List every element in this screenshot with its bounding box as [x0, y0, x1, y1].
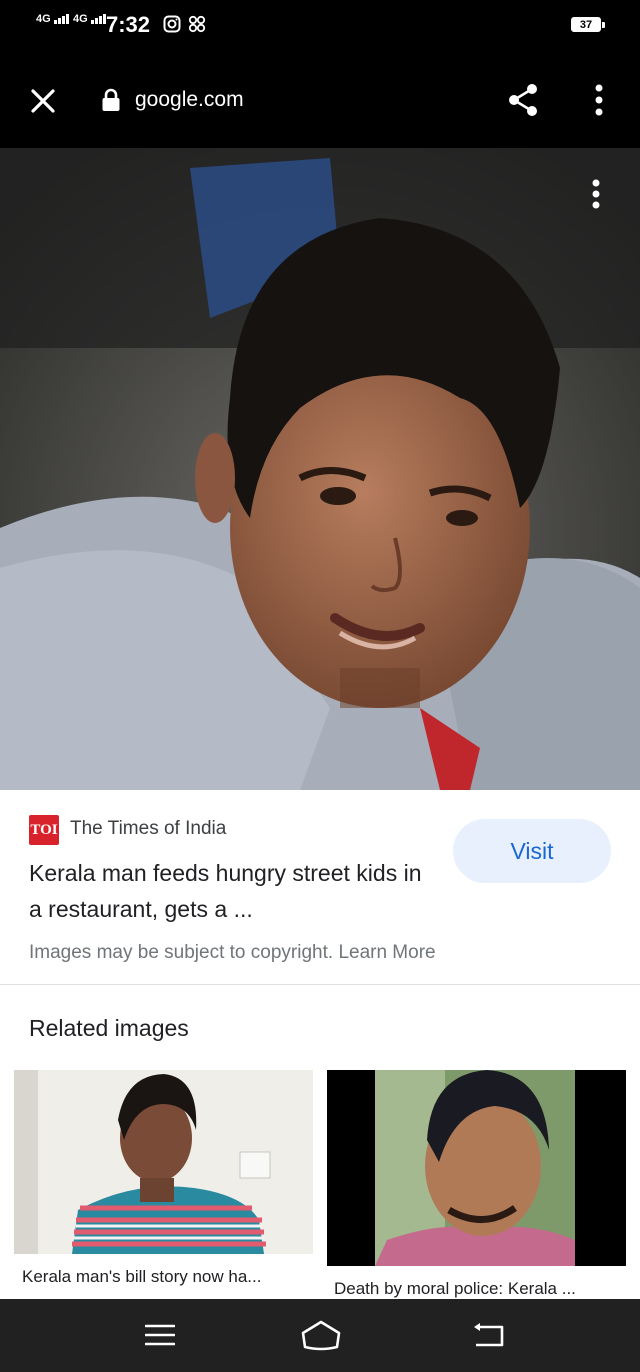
related-image-2[interactable]: [327, 1070, 626, 1266]
source-name[interactable]: The Times of India: [70, 818, 226, 840]
signal-icon-2: [90, 14, 106, 24]
related-image-1[interactable]: [14, 1070, 313, 1254]
recent-apps-button[interactable]: [140, 1315, 180, 1355]
related-photo-2: [327, 1070, 626, 1266]
related-images-title: Related images: [29, 1015, 189, 1041]
copyright-notice: Images may be subject to copyright. Lear…: [29, 942, 436, 964]
copyright-text: Images may be subject to copyright.: [29, 942, 334, 963]
battery-icon: 37: [571, 17, 605, 32]
menu-button[interactable]: [583, 80, 615, 120]
visit-button[interactable]: Visit: [453, 819, 611, 883]
home-icon: [301, 1320, 341, 1351]
person-photo: [0, 148, 640, 790]
more-vert-icon: [592, 179, 600, 209]
related-caption-1[interactable]: Kerala man's bill story now ha...: [22, 1267, 261, 1287]
clock: 7:32: [106, 12, 151, 37]
related-photo-1: [14, 1070, 313, 1254]
home-button[interactable]: [298, 1315, 344, 1355]
close-button[interactable]: [24, 82, 62, 120]
lock-icon: [102, 88, 120, 111]
url-domain[interactable]: google.com: [135, 88, 244, 112]
result-headline[interactable]: Kerala man feeds hungry street kids in a…: [29, 855, 439, 927]
image-options-button[interactable]: [581, 176, 611, 212]
preview-image[interactable]: [0, 148, 640, 790]
back-button[interactable]: [468, 1315, 508, 1355]
close-icon: [31, 89, 55, 113]
instagram-icon: [163, 15, 181, 33]
network-label-1: 4G: [36, 13, 51, 25]
back-icon: [474, 1323, 504, 1347]
custom-tab-toolbar: google.com: [0, 52, 640, 148]
menu-icon: [145, 1324, 175, 1346]
status-bar: 4G 4G 7:32 37: [0, 0, 640, 52]
network-label-2: 4G: [73, 13, 88, 25]
app-notification-icon: [188, 15, 206, 33]
network-indicator-1: 4G: [36, 13, 70, 25]
network-indicator-2: 4G: [73, 13, 107, 25]
system-nav-bar: [0, 1299, 640, 1372]
signal-icon: [53, 14, 69, 24]
share-icon: [509, 84, 537, 116]
more-vert-icon: [595, 84, 603, 116]
share-button[interactable]: [501, 78, 545, 122]
learn-more-link[interactable]: Learn More: [338, 942, 435, 963]
related-caption-2[interactable]: Death by moral police: Kerala ...: [334, 1279, 576, 1299]
source-logo: TOI: [29, 815, 59, 845]
